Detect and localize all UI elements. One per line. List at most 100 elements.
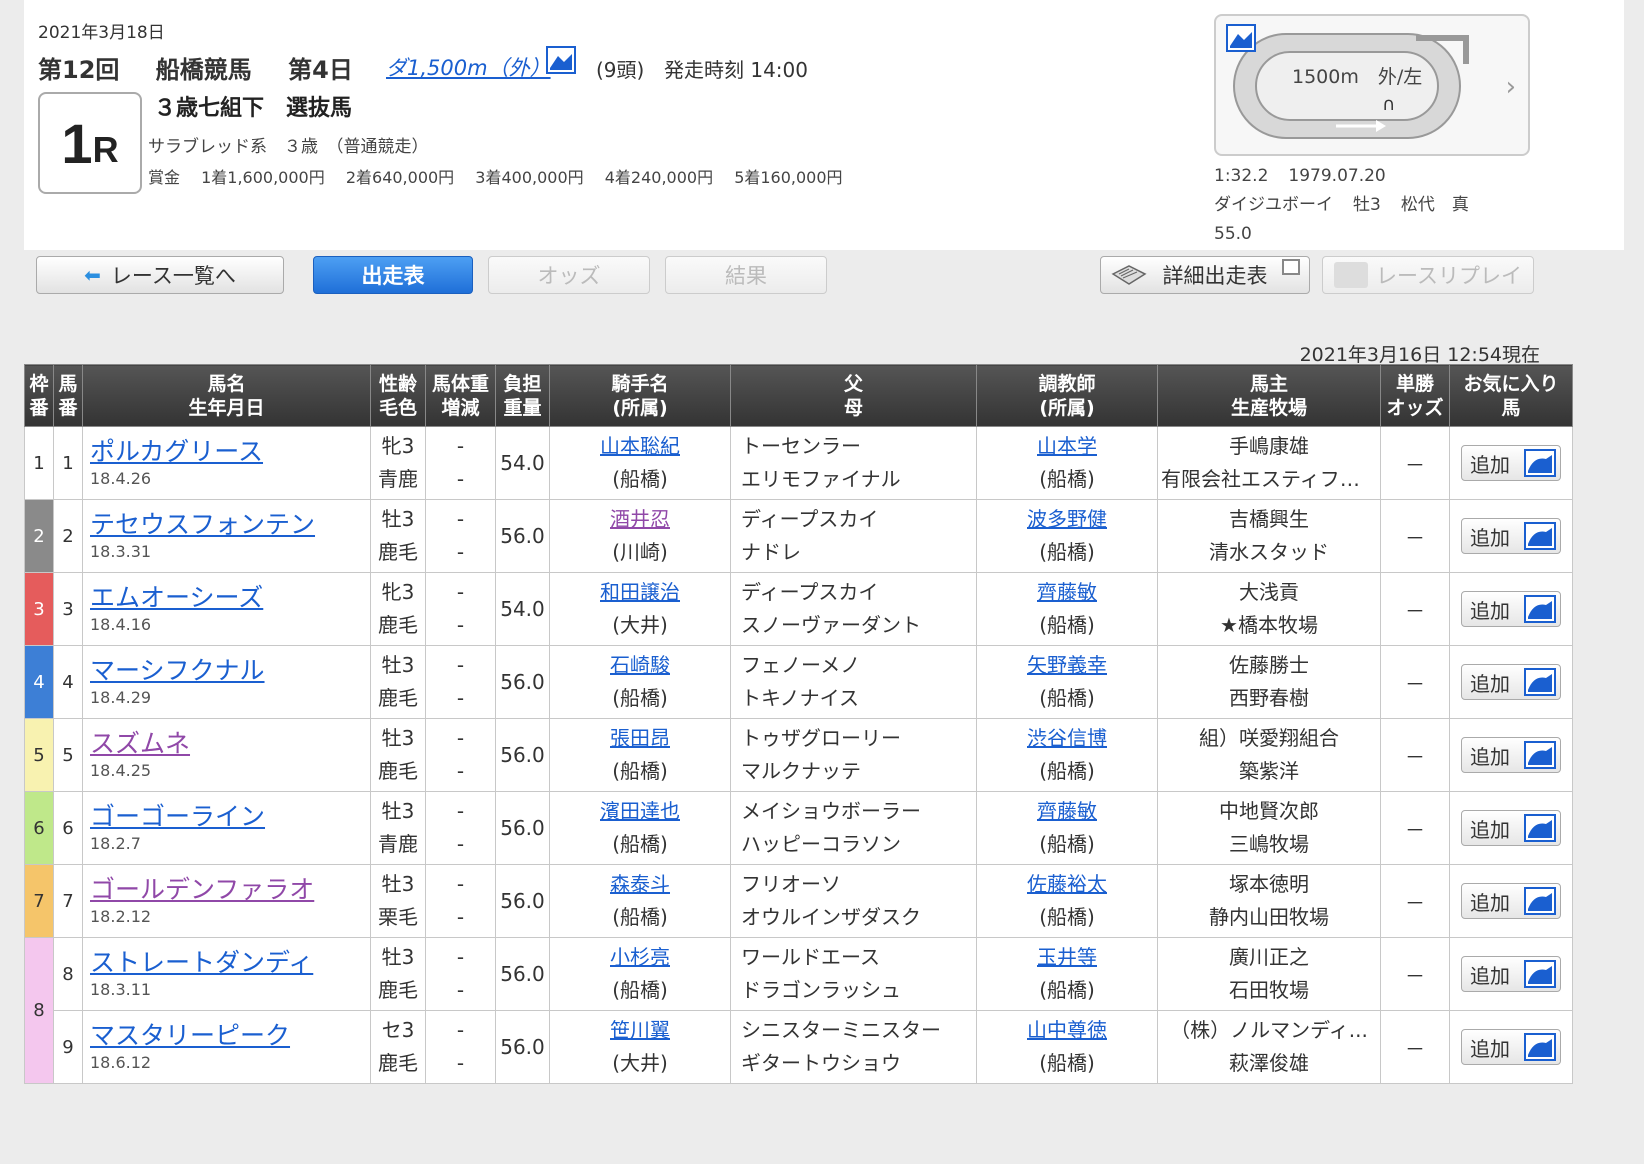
waku-cell: 6 [24,791,54,865]
horse-name-link[interactable]: ポルカグリース [86,436,367,468]
owner: 中地賢次郎 [1219,799,1319,823]
trainer-link[interactable]: 波多野健 [980,503,1154,536]
col-owner: 馬主 生産牧場 [1157,364,1381,427]
sire: フリオーソ [741,872,841,896]
col-waku: 枠番 [24,364,54,427]
jockey-link[interactable]: 濱田達也 [553,795,727,828]
jockey-affiliation: (船橋) [612,978,668,1002]
jockey-link[interactable]: 笹川翼 [553,1014,727,1047]
track-map-icon[interactable] [1226,24,1256,52]
detail-label: 詳細出走表 [1162,264,1268,288]
trainer-link[interactable]: 矢野義幸 [980,649,1154,682]
add-favorite-button[interactable]: 追加 [1461,664,1561,700]
jockey-link[interactable]: 張田昂 [553,722,727,755]
horse-name-link[interactable]: マスタリーピーク [86,1020,367,1052]
horse-name-link[interactable]: ストレートダンディ [86,947,367,979]
waku-cell: 8 [24,937,54,1084]
trainer-link[interactable]: 渋谷信博 [980,722,1154,755]
add-favorite-button[interactable]: 追加 [1461,1029,1561,1065]
horse-number: 3 [53,572,83,646]
add-favorite-button[interactable]: 追加 [1461,445,1561,481]
add-favorite-button[interactable]: 追加 [1461,737,1561,773]
jockey-link[interactable]: 和田譲治 [553,576,727,609]
trainer-link[interactable]: 齊藤敏 [980,576,1154,609]
trainer-affiliation: (船橋) [1039,613,1095,637]
tab-results-label: 結果 [725,264,767,288]
chevron-right-icon[interactable]: › [1506,72,1516,102]
win-odds: － [1380,1010,1450,1084]
owner: 組）咲愛翔組合 [1199,726,1339,750]
jockey-link[interactable]: 小杉亮 [553,941,727,974]
coat-color: 鹿毛 [378,540,418,564]
coat-color: 鹿毛 [378,759,418,783]
sire: フェノーメノ [741,653,861,677]
col-name: 馬名 生年月日 [82,364,371,427]
back-to-race-list-button[interactable]: ⬅ レース一覧へ [36,256,284,294]
horse-number: 8 [53,937,83,1011]
horse-name-link[interactable]: マーシフクナル [86,655,367,687]
dam: ギタートウショウ [741,1051,901,1075]
race-number-badge: 1 R [38,92,142,194]
carried-weight: 54.0 [495,426,550,500]
trainer-affiliation: (船橋) [1039,686,1095,710]
breeder: 三嶋牧場 [1229,832,1309,856]
jockey-link[interactable]: 酒井忍 [553,503,727,536]
horse-name-link[interactable]: スズムネ [86,728,367,760]
sex-age: セ3 [381,1018,415,1042]
jockey-link[interactable]: 山本聡紀 [553,430,727,463]
track-diagram[interactable]: 1500m 外/左 ∩ › [1214,14,1530,156]
table-row: 3 3 エムオーシーズ 18.4.16 牝3 鹿毛 - -54.0 和田譲治 (大井) ディープスカ… [24,572,1573,646]
trainer-link[interactable]: 玉井等 [980,941,1154,974]
trainer-affiliation: (船橋) [1039,1051,1095,1075]
horse-number: 6 [53,791,83,865]
race-number: 1 [61,111,93,175]
jockey-affiliation: (船橋) [612,686,668,710]
body-weight: - [456,799,465,823]
add-favorite-button[interactable]: 追加 [1461,518,1561,554]
add-favorite-button[interactable]: 追加 [1461,956,1561,992]
jockey-affiliation: (大井) [612,1051,668,1075]
jockey-link[interactable]: 森泰斗 [553,868,727,901]
detailed-entries-button[interactable]: 詳細出走表 [1100,256,1310,294]
jockey-affiliation: (大井) [612,613,668,637]
prize-money: 賞金 1着1,600,000円 2着640,000円 3着400,000円 4着… [148,164,859,188]
dam: マルクナッテ [741,759,861,783]
add-label: 追加 [1470,671,1510,696]
add-favorite-button[interactable]: 追加 [1461,591,1561,627]
jockey-affiliation: (船橋) [612,905,668,929]
tab-entries-label: 出走表 [361,264,425,288]
coat-color: 鹿毛 [378,1051,418,1075]
horse-birthdate: 18.3.11 [90,980,152,999]
horse-name-link[interactable]: エムオーシーズ [86,582,367,614]
add-label: 追加 [1470,525,1510,550]
sex-age: 牡3 [381,799,415,823]
add-label: 追加 [1470,744,1510,769]
body-weight-change: - [456,613,465,637]
win-odds: － [1380,499,1450,573]
horse-name-link[interactable]: テセウスフォンテン [86,509,367,541]
jockey-link[interactable]: 石崎駿 [553,649,727,682]
carried-weight: 56.0 [495,499,550,573]
owner: 塚本徳明 [1229,872,1309,896]
body-weight-change: - [456,978,465,1002]
col-weight: 負担 重量 [495,364,550,427]
add-favorite-button[interactable]: 追加 [1461,810,1561,846]
trainer-link[interactable]: 山中尊徳 [980,1014,1154,1047]
sire: トゥザグローリー [741,726,901,750]
win-odds: － [1380,645,1450,719]
horse-name-link[interactable]: ゴーゴーライン [86,801,367,833]
tab-entries[interactable]: 出走表 [313,256,473,294]
course-map-icon[interactable] [546,46,576,74]
horse-name-link[interactable]: ゴールデンファラオ [86,874,367,906]
document-icon [1110,265,1147,285]
updated-timestamp: 2021年3月16日 12:54現在 [1299,344,1540,366]
course-distance-link[interactable]: ダ1,500m（外） [386,52,551,82]
owner: 廣川正之 [1229,945,1309,969]
trainer-link[interactable]: 山本学 [980,430,1154,463]
trainer-link[interactable]: 佐藤裕太 [980,868,1154,901]
add-favorite-button[interactable]: 追加 [1461,883,1561,919]
replay-icon [1334,262,1369,288]
course-record: 1:32.2 1979.07.20 ダイジユボーイ 牡3 松代 真 55.0 [1214,162,1489,249]
trainer-link[interactable]: 齊藤敏 [980,795,1154,828]
win-odds: － [1380,572,1450,646]
